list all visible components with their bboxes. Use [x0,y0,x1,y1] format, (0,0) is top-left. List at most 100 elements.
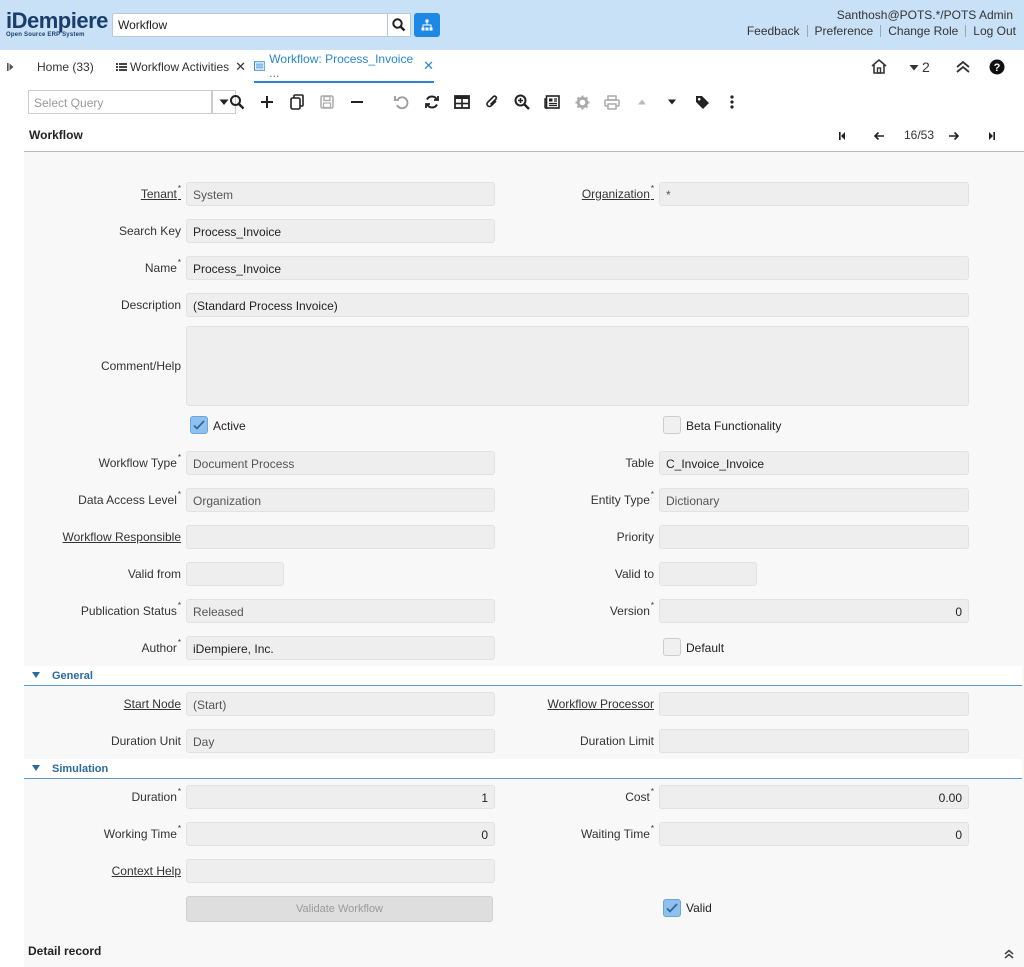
waiting-time-field[interactable]: 0 [659,822,969,846]
duration-limit-field[interactable] [659,729,969,753]
refresh-icon [425,95,439,109]
tab-label: Workflow Activities [130,59,230,74]
global-search-input[interactable]: Workflow [112,13,388,37]
organization-label[interactable]: Organization* [582,184,654,201]
general-section-header[interactable]: General [24,666,1022,686]
previous-record-icon[interactable] [872,130,886,142]
valid-from-field[interactable] [186,562,284,586]
version-field[interactable]: 0 [659,599,969,623]
menu-tree-button[interactable] [414,13,440,37]
working-time-field[interactable]: 0 [186,822,495,846]
tab-workflow-activities[interactable]: Workflow Activities ✕ [116,50,246,83]
copy-record-button[interactable] [288,93,306,111]
header-links: Feedback Preference Change Role Log Out [740,25,1016,37]
tenant-label[interactable]: Tenant* [141,184,181,201]
workflow-responsible-label[interactable]: Workflow Responsible [63,530,182,544]
undo-button[interactable] [393,93,411,111]
change-role-link[interactable]: Change Role [881,25,967,37]
print-button[interactable] [603,93,621,111]
detail-record-bar: Detail record [24,940,1024,967]
grid-toggle-button[interactable] [453,93,471,111]
save-button[interactable] [318,93,336,111]
window-count-dropdown[interactable]: 2 [909,58,939,76]
app-logo[interactable]: iDempiere Open Source ERP System [6,10,108,39]
newspaper-icon [544,95,560,109]
double-chevron-up-icon[interactable] [955,58,971,76]
last-record-icon[interactable] [985,130,999,142]
valid-to-field[interactable] [659,562,757,586]
search-icon [230,95,245,110]
expand-panel-icon[interactable] [6,62,16,72]
close-icon[interactable]: ✕ [235,59,246,75]
more-options-button[interactable] [723,93,741,111]
tab-workflow-process-invoice[interactable]: Workflow: Process_Invoice ... ✕ [254,50,434,83]
author-field[interactable]: iDempiere, Inc. [186,636,495,660]
tag-button[interactable] [693,93,711,111]
default-checkbox[interactable] [663,638,681,656]
valid-checkbox[interactable] [663,899,681,917]
select-query-dropdown[interactable]: Select Query [28,90,212,114]
comment-help-textarea[interactable] [186,326,969,406]
comment-help-label: Comment/Help [100,359,181,373]
save-icon [320,95,334,109]
next-record-icon[interactable] [947,130,961,142]
active-checkbox[interactable] [190,416,208,434]
minus-icon [351,101,363,103]
home-icon[interactable] [870,58,888,76]
duration-unit-field[interactable]: Day [186,729,495,753]
context-help-label[interactable]: Context Help [112,864,181,878]
search-button[interactable] [387,13,411,37]
label-text: Working Time [103,827,177,841]
delete-button[interactable] [348,93,366,111]
organization-field[interactable]: * [659,182,969,206]
process-button[interactable] [573,93,591,111]
preference-link[interactable]: Preference [808,25,882,37]
window-title-row: Workflow 16/53 [24,120,1024,152]
workflow-form: Tenant* System Organization* * Search Ke… [24,152,1024,942]
priority-label: Priority [616,530,654,544]
duration-field[interactable]: 1 [186,785,495,809]
validate-workflow-button[interactable]: Validate Workflow [186,896,493,922]
checkmark-icon [193,420,205,430]
report-button[interactable] [543,93,561,111]
name-field[interactable]: Process_Invoice [186,256,969,280]
parent-record-button[interactable] [633,93,651,111]
workflow-processor-label[interactable]: Workflow Processor [548,697,654,711]
beta-functionality-checkbox[interactable] [663,416,681,434]
first-record-icon[interactable] [835,130,849,142]
start-node-label[interactable]: Start Node [124,697,181,711]
help-icon[interactable]: ? [988,58,1006,76]
feedback-link[interactable]: Feedback [740,25,808,37]
tab-label: Home (33) [37,59,94,74]
context-help-field[interactable] [186,859,495,883]
start-node-field[interactable]: (Start) [186,692,495,716]
logout-link[interactable]: Log Out [966,25,1016,37]
table-field[interactable]: C_Invoice_Invoice [659,451,969,475]
entity-type-field[interactable]: Dictionary [659,488,969,512]
find-button[interactable] [228,93,246,111]
cost-field[interactable]: 0.00 [659,785,969,809]
workflow-responsible-field[interactable] [186,525,495,549]
description-label: Description [120,298,181,312]
valid-to-label: Valid to [614,567,654,581]
zoom-across-button[interactable] [513,93,531,111]
publication-status-field[interactable]: Released [186,599,495,623]
data-access-level-field[interactable]: Organization [186,488,495,512]
detail-record-button[interactable] [663,93,681,111]
close-icon[interactable]: ✕ [423,58,434,74]
zoom-in-icon [514,94,530,110]
label-text: Author [141,641,177,655]
tab-home[interactable]: Home (33) [37,50,94,83]
priority-field[interactable] [659,525,969,549]
refresh-button[interactable] [423,93,441,111]
workflow-type-label: Workflow Type* [98,453,181,470]
workflow-type-field[interactable]: Document Process [186,451,495,475]
search-key-field[interactable]: Process_Invoice [186,219,495,243]
attachment-button[interactable] [483,93,501,111]
double-chevron-up-icon[interactable] [1003,948,1015,960]
description-field[interactable]: (Standard Process Invoice) [186,293,969,317]
workflow-processor-field[interactable] [659,692,969,716]
tenant-field[interactable]: System [186,182,495,206]
new-record-button[interactable] [258,93,276,111]
simulation-section-header[interactable]: Simulation [24,759,1022,779]
